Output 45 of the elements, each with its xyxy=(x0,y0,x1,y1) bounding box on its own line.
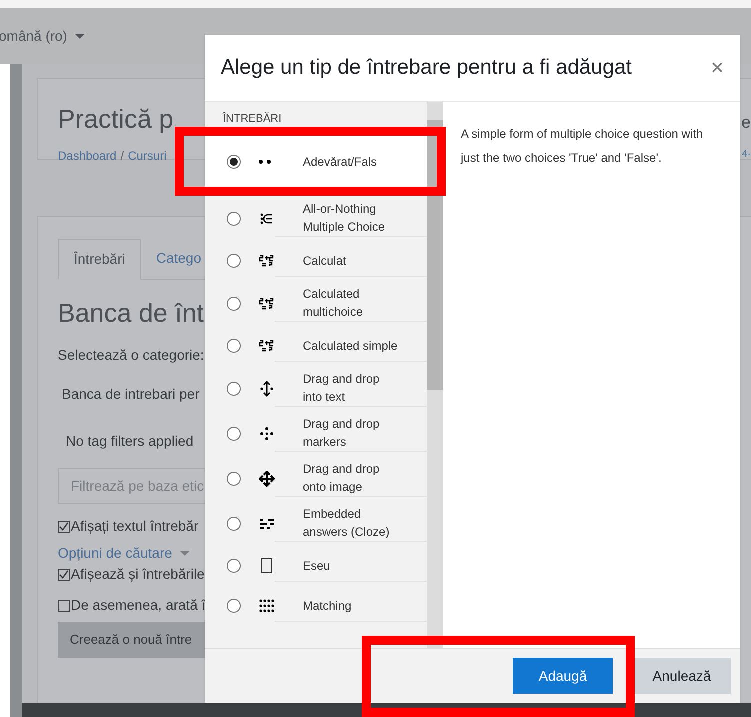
checkbox[interactable] xyxy=(58,520,70,532)
question-type-option[interactable]: Adevărat/Fals xyxy=(205,136,427,187)
page-icon xyxy=(259,558,275,574)
radio-button[interactable] xyxy=(227,154,241,168)
category-label: Selectează o categorie: xyxy=(58,346,204,365)
add-button[interactable]: Adaugă xyxy=(513,658,613,694)
section-heading: Banca de înt xyxy=(58,297,204,330)
cancel-button[interactable]: Anulează xyxy=(633,658,731,694)
dialog-title: Alege un tip de întrebare pentru a fi adăugat xyxy=(221,55,632,82)
category-value: Banca de intrebari per xyxy=(62,385,200,404)
question-type-option[interactable]: Calculated simple xyxy=(205,326,427,366)
radio-button[interactable] xyxy=(227,254,241,268)
formula-icon xyxy=(259,296,275,312)
checkbox-label: De asemenea, arată î xyxy=(71,596,206,615)
move-icon xyxy=(259,470,275,486)
question-type-option[interactable]: Drag and drop into text xyxy=(205,366,427,411)
close-button[interactable]: × xyxy=(711,57,724,79)
question-type-option[interactable]: Eseu xyxy=(205,546,427,586)
radio-button[interactable] xyxy=(227,426,241,440)
checkbox-label: Afișează și întrebările xyxy=(71,565,205,584)
list-heading: ÎNTREBĂRI xyxy=(222,111,283,127)
radio-button[interactable] xyxy=(227,559,241,573)
question-type-description: A simple form of multiple choice question with just the two choices 'True' and 'False'. xyxy=(461,126,704,167)
breadcrumb-separator: / xyxy=(120,148,124,165)
move-dots-icon xyxy=(259,426,275,442)
radio-button[interactable] xyxy=(227,212,241,226)
checkbox-label: Afișați textul întrebăr xyxy=(71,517,199,536)
page-title: Practică p xyxy=(58,103,174,136)
radio-button[interactable] xyxy=(227,339,241,353)
radio-button[interactable] xyxy=(227,516,241,530)
question-type-option[interactable]: Calculat xyxy=(205,241,427,281)
radio-button[interactable] xyxy=(227,382,241,396)
radio-button[interactable] xyxy=(227,296,241,310)
tag-filter-status: No tag filters applied xyxy=(66,432,194,451)
checkbox[interactable] xyxy=(58,600,70,612)
formula-icon xyxy=(259,253,275,269)
formula-icon xyxy=(259,338,275,354)
tab[interactable]: Întrebări xyxy=(58,239,142,280)
radio-button[interactable] xyxy=(227,472,241,486)
radio-button[interactable] xyxy=(227,599,241,613)
two-dots-icon xyxy=(259,160,271,164)
checkbox[interactable] xyxy=(58,568,70,580)
match-dots-icon xyxy=(259,598,275,614)
page-title-end: e xyxy=(742,113,751,133)
vertical-arrows-icon xyxy=(259,380,275,396)
